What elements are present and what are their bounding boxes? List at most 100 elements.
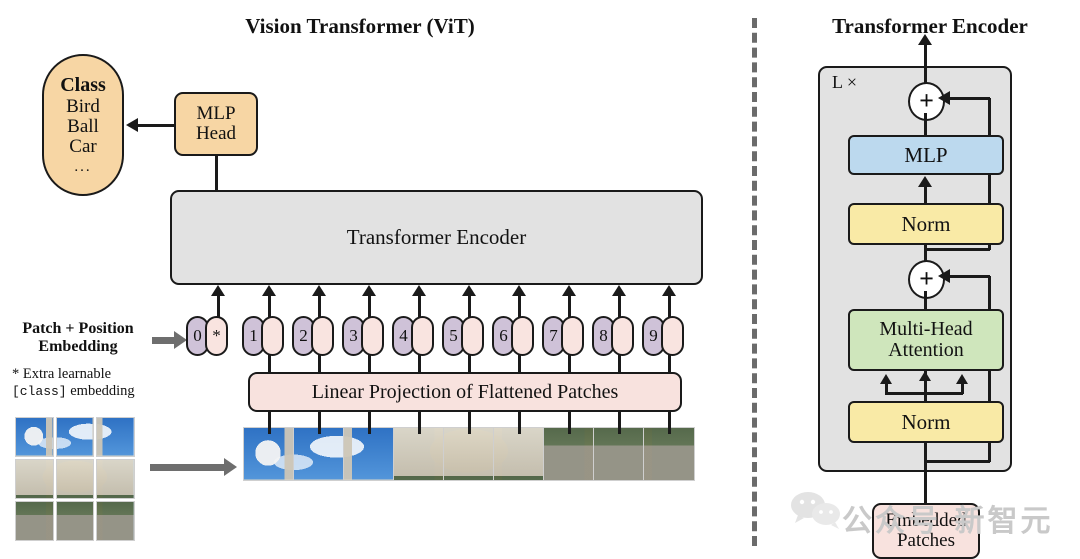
token-to-encoder-arrowhead [612,285,626,296]
residual-add-top-symbol: + [919,85,934,115]
flattened-patch-strip [244,428,694,484]
norm-top-to-mlp-arrowhead [918,176,932,187]
norm-top-block: Norm [848,203,1004,245]
left-panel-title: Vision Transformer (ViT) [245,14,475,38]
footnote-line-1: * Extra learnable [12,366,172,383]
qkv-branch-right [961,383,964,394]
attention-block-line2: Attention [888,339,964,361]
source-grid-cell [16,418,53,456]
residual-skip-bottom-top-h [948,275,990,278]
source-grid-cell [56,418,94,456]
class-token-star: * [205,316,228,356]
panel-divider [752,18,757,546]
mlp-block: MLP [848,135,1004,175]
position-embedding-5-label: 5 [449,326,458,346]
transformer-encoder-bar: Transformer Encoder [170,190,703,285]
position-embedding-2-label: 2 [299,326,308,346]
repeat-count-label: L × [832,72,857,92]
token-to-encoder-arrowhead [662,285,676,296]
flattened-patch [244,428,294,480]
source-grid-cell [16,460,53,498]
source-grid-cell [97,418,134,456]
class-embedding-footnote: * Extra learnable [class] embedding [12,366,172,401]
patch-embedding-8 [611,316,634,356]
norm-top-to-mlp-line [924,185,927,203]
mlp-head-to-class-line [138,124,174,127]
footnote-class-code: [class] [12,384,67,400]
flattened-patch [544,428,594,480]
footnote-text-2: embedding [70,383,135,400]
mlp-head-to-class-arrowhead [126,118,138,132]
source-grid-cell [16,502,53,540]
class-token-star-label: * [212,326,221,346]
patch-embedding-5 [461,316,484,356]
residual-skip-top-top-h [948,97,990,100]
qkv-branch-left [885,383,888,394]
token-to-encoder-line [618,296,621,318]
token-to-encoder-arrowhead [362,285,376,296]
token-to-encoder-line [518,296,521,318]
patch-to-projection-line [318,412,321,434]
class-box-header: Class [60,73,106,96]
patch-to-projection-line [418,412,421,434]
patch-embedding-4 [411,316,434,356]
patch-to-projection-line [668,412,671,434]
flattened-patch [444,428,494,480]
source-image-grid [16,418,134,540]
flattened-patch [344,428,394,480]
token-row: 0 * 1 2 3 4 5 6 7 8 9 [186,316,686,356]
residual-skip-bottom-arrowhead [938,269,950,283]
wechat-logo-icon [791,492,840,529]
patch-embedding-7 [561,316,584,356]
residual-skip-top-arrowhead [938,91,950,105]
linear-projection-label: Linear Projection of Flattened Patches [311,380,619,403]
token-to-encoder-arrowhead [512,285,526,296]
position-embedding-7-label: 7 [549,326,558,346]
patch-to-projection-line [618,412,621,434]
token-to-encoder-line [418,296,421,318]
position-embedding-9-label: 9 [649,326,658,346]
token-to-encoder-arrowhead [412,285,426,296]
token-to-encoder-line [568,296,571,318]
position-embedding-1-label: 1 [249,326,258,346]
position-embedding-4-label: 4 [399,326,408,346]
patch-embedding-9 [661,316,684,356]
patch-position-embedding-label: Patch + Position Embedding [4,320,152,356]
watermark-text: 公众号 新智元 [842,504,1054,539]
token-to-encoder-arrowhead [211,285,225,296]
token-to-encoder-arrowhead [462,285,476,296]
attention-block: Multi-Head Attention [848,309,1004,371]
norm-bottom-label: Norm [901,409,951,434]
token-to-encoder-arrowhead [312,285,326,296]
patch-to-projection-line [268,412,271,434]
source-grid-cell [56,460,94,498]
residual-skip-bottom-bottom-h [924,460,990,463]
residual-skip-top-bottom-h [924,248,990,251]
token-to-encoder-arrowhead [262,285,276,296]
flattened-patch [294,428,344,480]
attention-block-line1: Multi-Head [879,318,973,340]
position-embedding-6-label: 6 [499,326,508,346]
token-to-encoder-line [368,296,371,318]
position-embedding-8-label: 8 [599,326,608,346]
token-to-encoder-line [318,296,321,318]
embedding-label-line1: Patch + Position [22,320,134,337]
qkv-arrowhead-right [956,374,968,384]
norm-bottom-block: Norm [848,401,1004,443]
footnote-star: * [12,366,20,382]
class-item-bird: Bird [66,95,100,117]
token-to-encoder-line [217,296,220,318]
qkv-arrowhead-center [919,371,931,381]
mlp-head-to-encoder-line [215,156,218,190]
patch-to-projection-line [368,412,371,434]
mlp-head-box: MLP Head [174,92,258,156]
source-grid-cell [97,460,134,498]
mlp-head-line2: Head [195,123,237,144]
class-box-ellipsis: ... [74,158,92,175]
token-to-encoder-arrowhead [562,285,576,296]
patch-to-projection-line [568,412,571,434]
source-to-patches-arrow [150,458,237,476]
patch-embedding-1 [261,316,284,356]
patch-embedding-2 [311,316,334,356]
linear-projection-bar: Linear Projection of Flattened Patches [248,372,682,412]
